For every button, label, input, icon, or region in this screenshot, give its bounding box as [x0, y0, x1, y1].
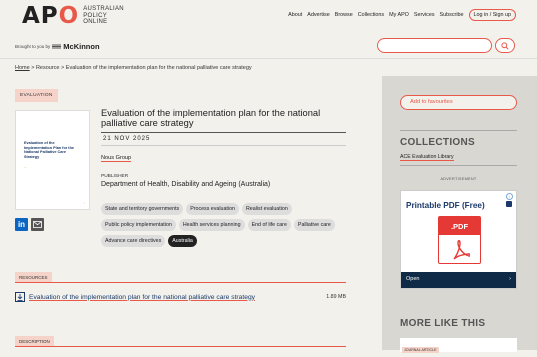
collection-link[interactable]: ACE Evaluation Library: [400, 154, 454, 161]
acrobat-icon: [453, 240, 470, 260]
pdf-label: .PDF: [439, 217, 480, 235]
advertisement[interactable]: i Printable PDF (Free) .PDF Open ›: [400, 190, 517, 289]
advertisement-label: ADVERTISEMENT: [440, 177, 477, 181]
tag-pill[interactable]: Health services planning: [178, 219, 245, 231]
sidebar-divider: [400, 165, 517, 166]
nav-services[interactable]: Services: [414, 12, 435, 18]
nav-my-apo[interactable]: My APO: [389, 12, 409, 18]
publisher-name[interactable]: Department of Health, Disability and Age…: [101, 181, 270, 188]
author-link[interactable]: Nous Group: [101, 155, 132, 162]
tag-pill[interactable]: Advance care directives: [101, 235, 166, 247]
tag-pill[interactable]: State and territory governments: [101, 203, 184, 215]
publisher-label: PUBLISHER: [101, 174, 129, 179]
tag-pill-location[interactable]: Australia: [168, 235, 197, 247]
download-icon[interactable]: [15, 292, 25, 302]
search-input[interactable]: [377, 38, 492, 53]
linkedin-icon[interactable]: in: [15, 218, 28, 231]
breadcrumb-sep: >: [31, 65, 35, 71]
email-icon[interactable]: [31, 218, 44, 231]
breadcrumb: Home > Resource > Evaluation of the impl…: [15, 65, 252, 71]
breadcrumb-sep: >: [61, 65, 65, 71]
mckinnon-icon: [52, 44, 62, 49]
subject-tags: State and territory governments Process …: [101, 203, 346, 247]
breadcrumb-current: Evaluation of the implementation plan fo…: [65, 65, 252, 71]
ad-title: Printable PDF (Free): [406, 201, 485, 210]
sidebar-divider: [400, 130, 517, 131]
type-tag[interactable]: EVALUATION: [15, 89, 58, 102]
cover-accent: —: [24, 166, 27, 169]
logo-subtitle: AUSTRALIAN POLICY ONLINE: [83, 6, 124, 26]
login-button[interactable]: Log in / Sign up: [468, 9, 516, 21]
nav-about[interactable]: About: [288, 12, 302, 18]
publish-date: 21 NOV 2025: [101, 132, 346, 146]
main-nav: About Advertise Browse Collections My AP…: [288, 9, 516, 21]
header-divider: [0, 58, 537, 59]
nav-browse[interactable]: Browse: [335, 12, 353, 18]
resource-file-row: Evaluation of the implementation plan fo…: [15, 292, 346, 302]
journal-tag: JOURNAL ARTICLE: [402, 347, 439, 353]
resource-file-size: 1.89 MB: [326, 294, 346, 300]
description-divider: [15, 346, 346, 347]
ad-open-bar[interactable]: Open ›: [401, 272, 516, 288]
logo-wordmark: APO: [22, 3, 80, 29]
add-to-favourites-button[interactable]: Add to favourites: [400, 95, 517, 110]
tag-pill[interactable]: Process evaluation: [186, 203, 239, 215]
ad-open-label: Open: [406, 276, 420, 282]
nav-collections[interactable]: Collections: [358, 12, 384, 18]
breadcrumb-resource[interactable]: Resource: [36, 65, 60, 71]
more-like-this-heading: MORE LIKE THIS: [400, 318, 486, 329]
apo-logo[interactable]: APO AUSTRALIAN POLICY ONLINE: [22, 3, 124, 29]
resources-divider: [15, 282, 346, 283]
sponsor-line: Brought to you by McKinnon: [15, 42, 100, 51]
pdf-icon: .PDF: [438, 216, 481, 264]
cover-title: Evaluation of the Implementation Plan fo…: [24, 141, 74, 159]
share-buttons: in: [15, 218, 44, 231]
search-bar: [377, 38, 515, 53]
collections-heading: COLLECTIONS: [400, 137, 475, 148]
search-button[interactable]: [495, 38, 515, 53]
tag-pill[interactable]: Palliative care: [293, 219, 335, 231]
brought-by-label: Brought to you by: [15, 44, 51, 49]
resource-file-link[interactable]: Evaluation of the implementation plan fo…: [29, 294, 326, 301]
sponsor-name[interactable]: McKinnon: [63, 42, 99, 51]
chevron-right-icon: ›: [509, 276, 511, 282]
top-bar: APO AUSTRALIAN POLICY ONLINE About Adver…: [0, 0, 537, 30]
cover-logo: ▪: [84, 202, 85, 205]
nav-subscribe[interactable]: Subscribe: [440, 12, 464, 18]
tag-pill[interactable]: Public policy implementation: [101, 219, 176, 231]
cover-thumbnail[interactable]: Evaluation of the Implementation Plan fo…: [15, 110, 90, 210]
tag-pill[interactable]: Realist evaluation: [241, 203, 292, 215]
ad-info-icon[interactable]: i: [506, 193, 513, 200]
page-title: Evaluation of the implementation plan fo…: [101, 108, 321, 128]
breadcrumb-home[interactable]: Home: [15, 65, 30, 71]
nav-advertise[interactable]: Advertise: [307, 12, 329, 18]
search-icon: [501, 41, 509, 50]
ad-close-icon[interactable]: [506, 201, 512, 207]
tag-pill[interactable]: End of life care: [247, 219, 291, 231]
